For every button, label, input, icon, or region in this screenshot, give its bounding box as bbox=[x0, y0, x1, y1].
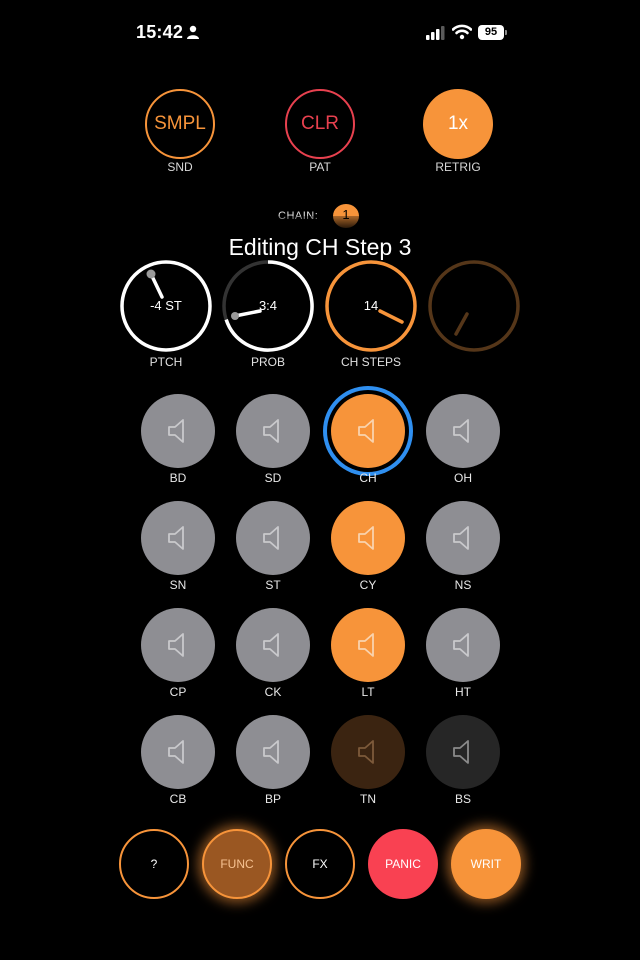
pad-st[interactable] bbox=[236, 501, 310, 575]
fx-button[interactable]: FX bbox=[285, 829, 355, 899]
pad-label: CB bbox=[169, 792, 187, 806]
pad-sn[interactable] bbox=[141, 501, 215, 575]
sample-button-label: SMPL bbox=[154, 113, 206, 134]
speaker-icon bbox=[263, 740, 279, 764]
clear-button-label: CLR bbox=[300, 113, 339, 134]
retrig-caption: RETRIG bbox=[435, 160, 481, 174]
speaker-icon bbox=[263, 633, 279, 657]
panic-button-label: PANIC bbox=[385, 857, 421, 871]
wifi-icon bbox=[452, 24, 472, 40]
retrig-button-label: 1x bbox=[447, 113, 469, 134]
speaker-icon bbox=[358, 740, 374, 764]
battery-level: 95 bbox=[478, 25, 504, 40]
speaker-icon bbox=[453, 633, 469, 657]
probability-value: 3:4 bbox=[258, 298, 278, 313]
speaker-icon bbox=[168, 419, 184, 443]
speaker-icon bbox=[358, 419, 374, 443]
pad-ck[interactable] bbox=[236, 608, 310, 682]
func-button[interactable]: FUNC bbox=[202, 829, 272, 899]
pad-cy[interactable] bbox=[331, 501, 405, 575]
speaker-icon bbox=[358, 526, 374, 550]
probability-knob[interactable]: 3:4 bbox=[222, 260, 314, 352]
pad-label: TN bbox=[360, 792, 376, 806]
battery-tip bbox=[505, 30, 507, 35]
pad-label: CK bbox=[264, 685, 282, 699]
person-icon bbox=[187, 25, 199, 39]
speaker-icon bbox=[453, 740, 469, 764]
retrig-button[interactable]: 1x bbox=[423, 89, 493, 159]
pad-label: BP bbox=[264, 792, 281, 806]
pad-bp[interactable] bbox=[236, 715, 310, 789]
pad-lt[interactable] bbox=[331, 608, 405, 682]
write-button-label: WRIT bbox=[470, 857, 502, 871]
speaker-icon bbox=[358, 633, 374, 657]
pattern-caption: PAT bbox=[309, 160, 331, 174]
speaker-icon bbox=[168, 740, 184, 764]
ch-steps-value: 14 bbox=[363, 298, 379, 313]
pad-label: ST bbox=[265, 578, 281, 592]
disabled-knob[interactable] bbox=[428, 260, 520, 352]
pad-label: SD bbox=[264, 471, 282, 485]
speaker-icon bbox=[168, 633, 184, 657]
func-button-label: FUNC bbox=[220, 857, 254, 871]
pad-label: OH bbox=[454, 471, 472, 485]
panic-button[interactable]: PANIC bbox=[368, 829, 438, 899]
ch-steps-knob[interactable]: 14 bbox=[325, 260, 417, 352]
pad-label: SN bbox=[169, 578, 187, 592]
clear-button[interactable]: CLR bbox=[285, 89, 355, 159]
speaker-icon bbox=[263, 526, 279, 550]
pad-cb[interactable] bbox=[141, 715, 215, 789]
pad-bd[interactable] bbox=[141, 394, 215, 468]
speaker-icon bbox=[453, 526, 469, 550]
pitch-knob[interactable]: -4 ST bbox=[120, 260, 212, 352]
pad-ns[interactable] bbox=[426, 501, 500, 575]
cellular-signal-icon bbox=[426, 26, 445, 40]
pad-sd[interactable] bbox=[236, 394, 310, 468]
probability-label: PROB bbox=[250, 355, 285, 369]
pad-cp[interactable] bbox=[141, 608, 215, 682]
sample-button[interactable]: SMPL bbox=[145, 89, 215, 159]
pad-label: HT bbox=[455, 685, 471, 699]
pad-bs[interactable] bbox=[426, 715, 500, 789]
sound-caption: SND bbox=[167, 160, 193, 174]
pitch-value: -4 ST bbox=[150, 298, 182, 313]
pad-ch[interactable] bbox=[331, 394, 405, 468]
editing-title: Editing CH Step 3 bbox=[228, 234, 412, 260]
pad-label: BS bbox=[454, 792, 471, 806]
pad-tn[interactable] bbox=[331, 715, 405, 789]
pad-label: CH bbox=[359, 471, 377, 485]
pad-label: CY bbox=[359, 578, 377, 592]
write-button[interactable]: WRIT bbox=[451, 829, 521, 899]
speaker-icon bbox=[168, 526, 184, 550]
help-button-label: ? bbox=[150, 857, 158, 871]
fx-button-label: FX bbox=[312, 857, 328, 871]
pad-label: BD bbox=[169, 471, 187, 485]
speaker-icon bbox=[263, 419, 279, 443]
pad-oh[interactable] bbox=[426, 394, 500, 468]
speaker-icon bbox=[453, 419, 469, 443]
pad-ht[interactable] bbox=[426, 608, 500, 682]
status-time: 15:42 bbox=[136, 22, 184, 42]
battery-indicator: 95 bbox=[478, 25, 508, 40]
help-button[interactable]: ? bbox=[119, 829, 189, 899]
pad-label: LT bbox=[361, 685, 375, 699]
pad-label: CP bbox=[169, 685, 187, 699]
pitch-label: PTCH bbox=[149, 355, 183, 369]
pad-label: NS bbox=[454, 578, 472, 592]
chain-fade-overlay bbox=[260, 216, 390, 236]
ch-steps-label: CH STEPS bbox=[340, 355, 401, 369]
